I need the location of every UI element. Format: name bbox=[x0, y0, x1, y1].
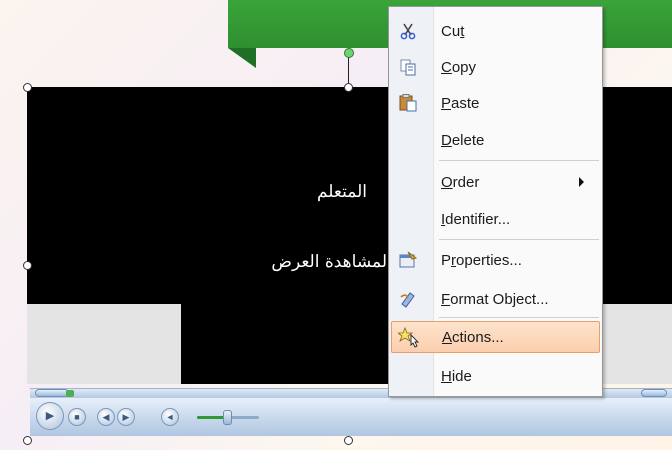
selection-handle-top-center[interactable] bbox=[344, 83, 353, 92]
menu-item-format-object-label: Format Object... bbox=[441, 290, 549, 308]
scissors-icon bbox=[397, 20, 419, 42]
format-object-icon bbox=[397, 288, 419, 310]
video-text-line-2: لمشاهدة العرض bbox=[271, 252, 387, 272]
previous-icon: ◀ bbox=[102, 411, 110, 422]
selection-handle-bottom-center[interactable] bbox=[344, 436, 353, 445]
selection-handle-top-left[interactable] bbox=[23, 83, 32, 92]
selection-handle-bottom-left[interactable] bbox=[23, 436, 32, 445]
menu-item-format-object[interactable]: Format Object... bbox=[391, 283, 600, 315]
submenu-arrow-icon bbox=[579, 177, 584, 187]
menu-item-actions-label: Actions... bbox=[442, 328, 504, 346]
play-icon: ▶ bbox=[45, 409, 55, 422]
menu-separator bbox=[439, 317, 599, 318]
menu-item-hide-label: Hide bbox=[441, 367, 472, 385]
menu-item-paste-label: Paste bbox=[441, 94, 480, 112]
seek-bar-end bbox=[641, 389, 667, 397]
stop-button[interactable]: ■ bbox=[68, 408, 86, 426]
mute-button[interactable]: ◄ bbox=[161, 408, 179, 426]
menu-item-actions[interactable]: Actions... bbox=[391, 321, 600, 353]
volume-thumb[interactable] bbox=[223, 410, 232, 425]
actions-icon bbox=[398, 326, 420, 348]
banner-fold bbox=[228, 48, 256, 68]
menu-item-copy[interactable]: Copy bbox=[391, 51, 600, 83]
copy-icon bbox=[397, 56, 419, 78]
menu-item-identifier[interactable]: Identifier... bbox=[391, 203, 600, 235]
menu-separator bbox=[439, 160, 599, 161]
video-text-line-1: المتعلم bbox=[316, 182, 367, 202]
play-button[interactable]: ▶ bbox=[36, 402, 64, 430]
paste-icon bbox=[397, 92, 419, 114]
previous-button[interactable]: ◀ bbox=[97, 408, 115, 426]
menu-separator bbox=[439, 239, 599, 240]
menu-item-order-label: Order bbox=[441, 173, 480, 191]
volume-icon: ◄ bbox=[165, 411, 175, 422]
menu-item-delete[interactable]: Delete bbox=[391, 124, 600, 156]
rotation-handle-line bbox=[348, 57, 349, 83]
menu-item-hide[interactable]: Hide bbox=[391, 360, 600, 392]
video-gray-area-left bbox=[27, 304, 181, 384]
menu-item-paste[interactable]: Paste bbox=[391, 87, 600, 119]
menu-item-cut-label: Cut bbox=[441, 22, 465, 40]
menu-item-order[interactable]: Order bbox=[391, 166, 600, 198]
rotation-handle[interactable] bbox=[344, 48, 354, 58]
menu-item-identifier-label: Identifier... bbox=[441, 210, 511, 228]
selection-handle-middle-left[interactable] bbox=[23, 261, 32, 270]
seek-thumb[interactable] bbox=[35, 389, 69, 397]
seek-marker bbox=[66, 390, 74, 397]
menu-item-properties-label: Properties... bbox=[441, 251, 522, 269]
context-menu: Cut Copy Paste Delete Order Identifier..… bbox=[388, 6, 603, 397]
properties-icon bbox=[397, 249, 419, 271]
stop-icon: ■ bbox=[74, 411, 80, 422]
next-icon: ▶ bbox=[122, 411, 130, 422]
video-gray-area-right bbox=[600, 304, 672, 384]
next-button[interactable]: ▶ bbox=[117, 408, 135, 426]
menu-item-properties[interactable]: Properties... bbox=[391, 244, 600, 276]
menu-item-delete-label: Delete bbox=[441, 131, 485, 149]
menu-item-copy-label: Copy bbox=[441, 58, 477, 76]
menu-item-cut[interactable]: Cut bbox=[391, 15, 600, 47]
